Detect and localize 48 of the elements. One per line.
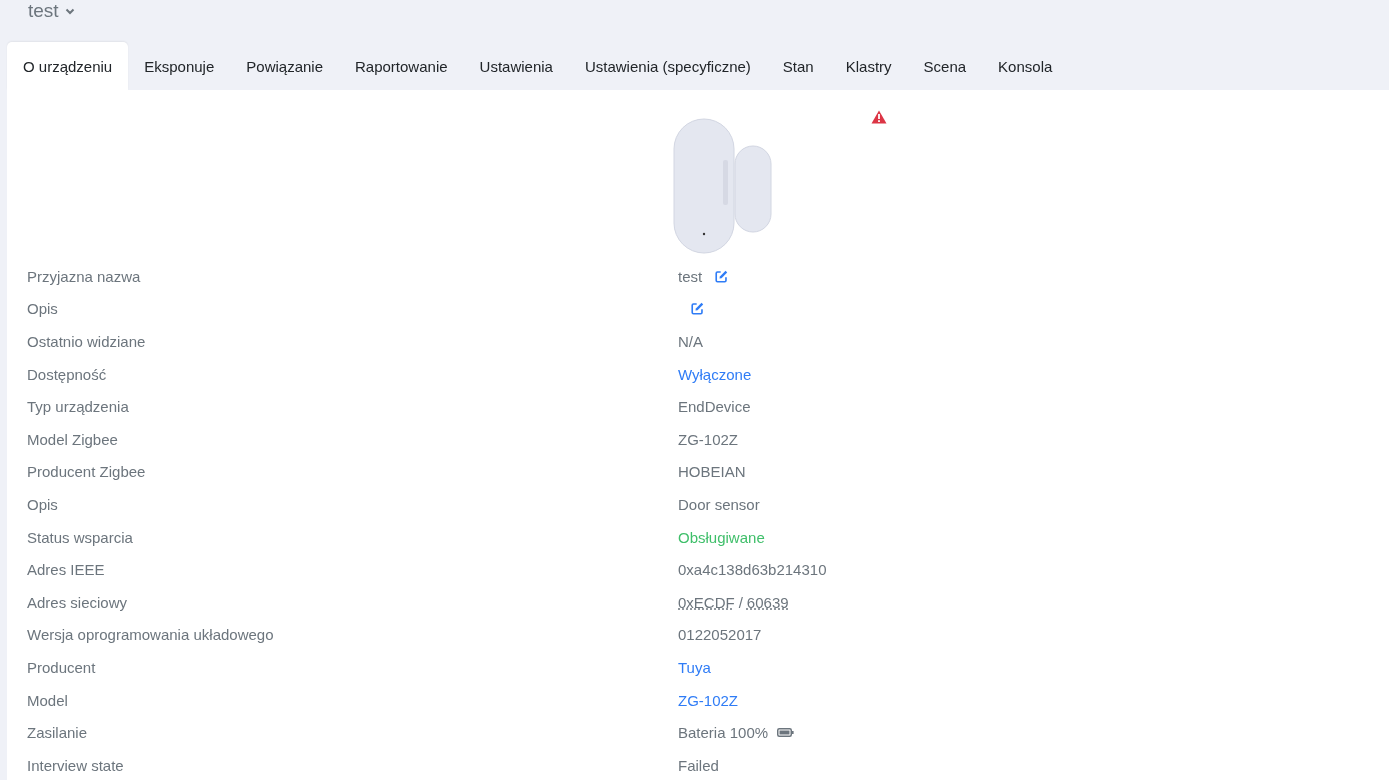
field-value: HOBEIAN [678,463,746,481]
edit-icon[interactable] [691,302,704,316]
field-label: Model Zigbee [27,430,119,448]
field-value: Door sensor [678,495,760,513]
field-label: Przyjazna nazwa [27,267,142,285]
field-label: Model [27,691,69,709]
field-link[interactable]: ZG-102Z [678,691,738,709]
battery-full-icon [777,728,795,738]
field-value: EndDevice [678,398,751,416]
field-label: Status wsparcia [27,528,134,546]
field-value: Failed [678,756,719,774]
device-title[interactable]: test [28,0,59,22]
field-label: Producent [27,658,97,676]
field-value: ZG-102Z [678,430,738,448]
field-link[interactable]: Tuya [678,658,711,676]
field-value: Obsługiwane [678,528,765,546]
network-address-decimal: 60639 [746,593,789,611]
chevron-down-icon[interactable] [64,8,75,15]
tab[interactable]: Scena [907,42,983,90]
field-label: Zasilanie [27,724,89,742]
field-value: test [678,267,703,285]
field-label: Adres IEEE [27,561,106,579]
field-label: Opis [27,495,59,513]
tab[interactable]: Raportowanie [339,42,464,90]
field-value: Bateria 100% [678,724,769,742]
field-label: Interview state [27,756,125,774]
field-label: Wersja oprogramowania układowego [27,626,275,644]
tab[interactable]: Klastry [829,42,908,90]
network-address-hex: 0xECDF [678,593,735,611]
field-label: Dostępność [27,365,108,383]
edit-icon[interactable] [715,269,729,283]
tab[interactable]: Stan [766,42,830,90]
field-link[interactable]: Wyłączone [678,365,752,383]
field-value: 0xa4c138d63b214310 [678,561,827,579]
field-label: Adres sieciowy [27,593,129,611]
tab[interactable]: Ustawienia (specyficzne) [568,42,767,90]
field-label: Ostatnio widziane [27,333,147,350]
field-label: Opis [27,300,59,318]
field-label: Producent Zigbee [27,463,147,481]
tab[interactable]: Konsola [982,42,1069,90]
tab[interactable]: O urządzeniu [7,42,129,90]
tab[interactable]: Ustawienia [463,42,569,90]
tab[interactable]: Powiązanie [230,42,339,90]
field-value: 0122052017 [678,626,762,644]
tab[interactable]: Eksponuje [128,42,231,90]
separator: / [738,593,743,611]
field-label: Typ urządzenia [27,398,130,416]
field-value: N/A [678,333,703,350]
